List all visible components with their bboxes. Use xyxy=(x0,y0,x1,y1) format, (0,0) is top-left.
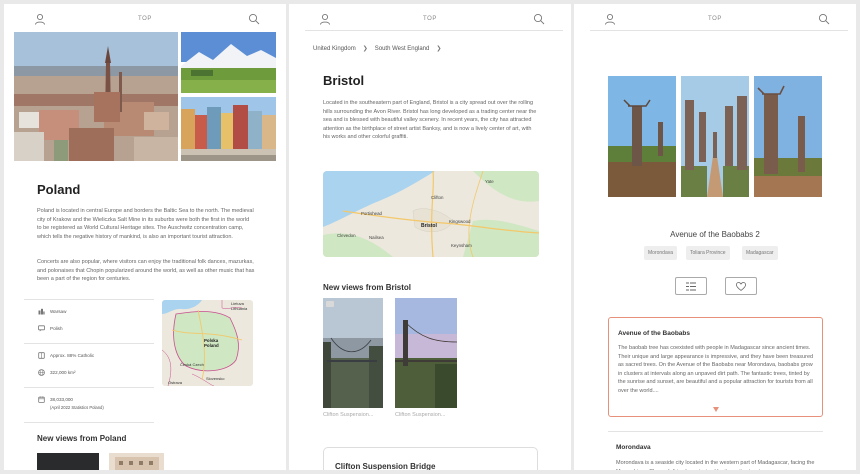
krakow-aerial-photo[interactable] xyxy=(14,32,178,161)
breadcrumb-item[interactable]: South West England xyxy=(375,46,430,52)
map-label: Nailsea xyxy=(369,235,384,240)
view-thumbnail[interactable] xyxy=(37,453,99,470)
market-square-photo[interactable] xyxy=(181,97,276,161)
poland-map[interactable]: Lietuva Lithuania Polska Poland Česká Cz… xyxy=(162,300,253,386)
chevron-right-icon: ❯ xyxy=(436,46,442,52)
bristol-panel: TOP United Kingdom ❯ South West England ❯ B… xyxy=(289,4,571,470)
country-description: Poland is located in central Europe and … xyxy=(37,208,254,240)
photo-caption[interactable]: Clifton Suspension... xyxy=(323,412,373,418)
map-label: Polska Poland xyxy=(204,338,219,348)
description-box: Avenue of the Baobabs The baobab tree ha… xyxy=(608,317,823,417)
speech-bubble-icon xyxy=(38,325,45,332)
divider xyxy=(24,387,154,388)
divider xyxy=(24,422,154,423)
heart-icon xyxy=(736,282,746,291)
city-title: Bristol xyxy=(323,73,365,88)
map-label: Kingswood xyxy=(449,219,471,224)
country-description-2: Concerts are also popular, where visitor… xyxy=(37,259,255,283)
expand-arrow-icon[interactable] xyxy=(713,407,719,412)
map-label: Lietuva Lithuania xyxy=(231,301,248,311)
map-label: Keynsham xyxy=(451,243,472,248)
top-bar: TOP xyxy=(574,4,856,32)
map-label: Slovensko xyxy=(206,376,225,381)
section-title: Morondava xyxy=(616,444,651,451)
breadcrumb-item[interactable]: United Kingdom xyxy=(313,46,356,52)
photo-badge-icon xyxy=(326,301,334,307)
baobab-photo[interactable] xyxy=(754,76,822,197)
divider xyxy=(24,343,154,344)
calendar-icon xyxy=(38,396,45,403)
map-label: Česká Czech xyxy=(180,362,204,367)
city-description: Located in the southeastern part of Engl… xyxy=(323,100,537,141)
baobab-photo[interactable] xyxy=(681,76,749,197)
photo-caption[interactable]: Clifton Suspension... xyxy=(395,412,445,418)
chevron-right-icon: ❯ xyxy=(362,46,368,52)
divider xyxy=(24,299,154,300)
top-bar: TOP xyxy=(4,4,286,32)
divider xyxy=(305,30,563,31)
tag[interactable]: Toliara Province xyxy=(686,246,730,260)
top-label[interactable]: TOP xyxy=(574,16,856,22)
country-title: Poland xyxy=(37,182,81,197)
book-icon xyxy=(38,352,45,359)
gallery-title: Avenue of the Baobabs 2 xyxy=(670,230,760,239)
map-label: Yate xyxy=(485,179,494,184)
globe-icon xyxy=(38,369,45,376)
new-views-heading: New views from Poland xyxy=(37,434,127,443)
bridge-photo[interactable] xyxy=(323,298,383,408)
map-label: Clevedon xyxy=(337,233,356,238)
tag[interactable]: Morondava xyxy=(644,246,678,260)
view-thumbnail[interactable] xyxy=(109,453,164,470)
divider xyxy=(608,431,823,432)
map-label: Portishead xyxy=(361,211,382,216)
list-icon xyxy=(686,282,696,291)
top-label[interactable]: TOP xyxy=(289,16,571,22)
search-icon[interactable] xyxy=(248,13,260,25)
city-icon xyxy=(38,308,45,315)
favorite-button[interactable] xyxy=(725,277,757,295)
tatra-mountain-photo[interactable] xyxy=(181,32,276,93)
tag[interactable]: Madagascar xyxy=(742,246,778,260)
box-title: Avenue of the Baobabs xyxy=(618,330,690,337)
map-label: Ostrava xyxy=(168,380,183,385)
card-title: Clifton Suspension Bridge xyxy=(335,462,436,470)
breadcrumb: United Kingdom ❯ South West England ❯ xyxy=(313,45,448,52)
search-icon[interactable] xyxy=(533,13,545,25)
section-text: Morondava is a seaside city located in t… xyxy=(616,460,815,470)
spot-card[interactable]: Clifton Suspension Bridge xyxy=(323,447,538,470)
map-label: Clifton xyxy=(431,195,444,200)
divider xyxy=(590,30,848,31)
search-icon[interactable] xyxy=(818,13,830,25)
baobab-panel: TOP Avenue of the Baobabs 2 Morondava To… xyxy=(574,4,856,470)
top-label[interactable]: TOP xyxy=(4,16,286,22)
map-label: Bristol xyxy=(421,223,437,229)
poland-panel: TOP Poland Poland is located in central … xyxy=(4,4,286,470)
baobab-photo[interactable] xyxy=(608,76,676,197)
box-text: The baobab tree has coexisted with peopl… xyxy=(618,345,814,394)
new-views-heading: New views from Bristol xyxy=(323,283,412,292)
bridge-photo[interactable] xyxy=(395,298,457,408)
list-button[interactable] xyxy=(675,277,707,295)
top-bar: TOP xyxy=(289,4,571,32)
bristol-map[interactable]: Clifton Yate Portishead Bristol Kingswoo… xyxy=(323,171,539,257)
